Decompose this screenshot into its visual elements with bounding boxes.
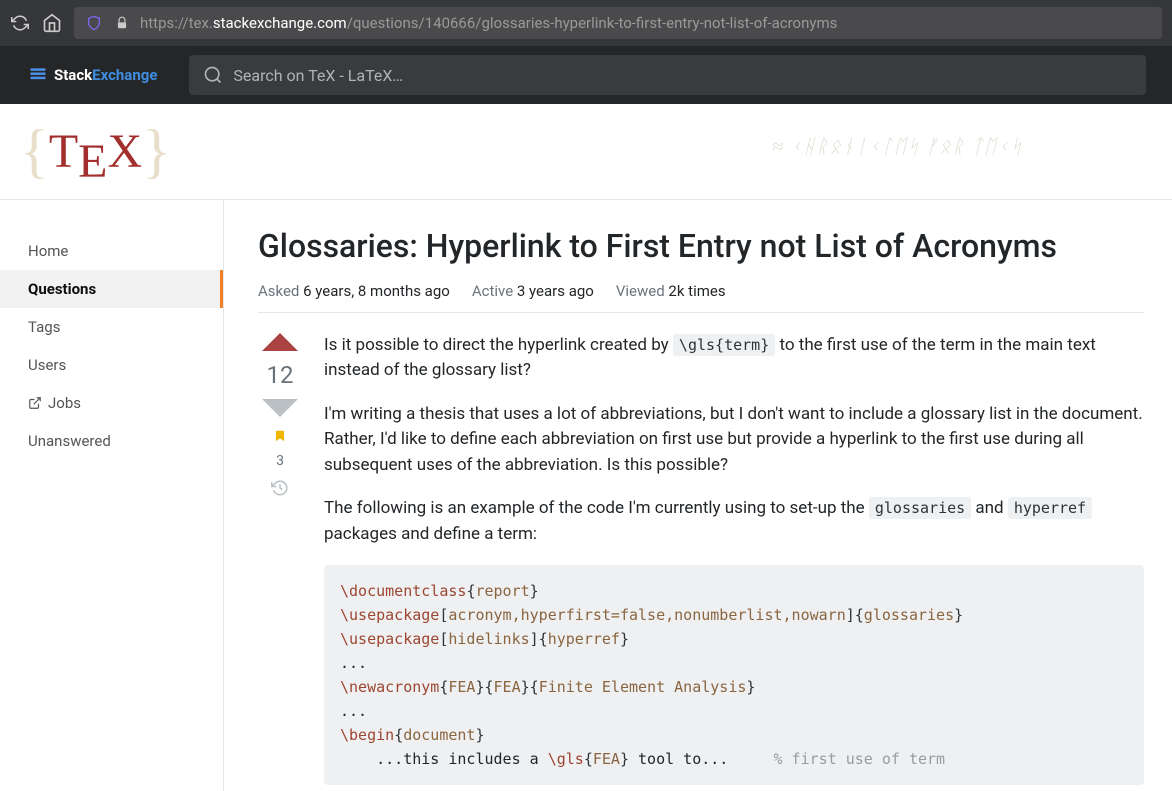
topbar: StackExchange Search on TeX - LaTeX… <box>0 46 1172 104</box>
inline-code: glossaries <box>869 497 971 519</box>
nav-jobs[interactable]: Jobs <box>0 384 223 422</box>
reload-icon[interactable] <box>10 13 30 33</box>
question-meta: Asked 6 years, 8 months ago Active 3 yea… <box>258 282 1144 313</box>
inline-code: hyperref <box>1008 497 1092 519</box>
url-bar[interactable]: https://tex.stackexchange.com/questions/… <box>74 7 1162 39</box>
banner-decoration: ≈ ᚲᚺᚱᛟᚾᛁᚲᛚᛖᛋ ᚠᛟᚱ ᛏᛖᚲᛋ <box>772 136 1172 159</box>
left-nav: Home Questions Tags Users Jobs Unanswere… <box>0 200 224 791</box>
search-input[interactable]: Search on TeX - LaTeX… <box>189 55 1146 95</box>
code-block: \documentclass{report} \usepackage[acron… <box>324 565 1144 785</box>
stackexchange-logo[interactable]: StackExchange <box>16 65 169 85</box>
nav-questions[interactable]: Questions <box>0 270 223 308</box>
post-body: Is it possible to direct the hyperlink c… <box>324 333 1144 786</box>
browser-chrome: https://tex.stackexchange.com/questions/… <box>0 0 1172 46</box>
nav-users[interactable]: Users <box>0 346 223 384</box>
search-placeholder: Search on TeX - LaTeX… <box>233 66 403 85</box>
home-icon[interactable] <box>42 13 62 33</box>
url-text: https://tex.stackexchange.com/questions/… <box>140 14 837 32</box>
search-icon <box>203 65 223 85</box>
tex-logo[interactable]: { TEX } <box>20 117 171 186</box>
question-title: Glossaries: Hyperlink to First Entry not… <box>258 226 1144 268</box>
vote-column: 12 3 <box>258 333 302 786</box>
bookmark-icon[interactable] <box>273 427 287 449</box>
external-link-icon <box>28 396 42 410</box>
history-icon[interactable] <box>271 479 289 502</box>
se-icon <box>28 65 48 85</box>
site-banner: { TEX } ≈ ᚲᚺᚱᛟᚾᛁᚲᛚᛖᛋ ᚠᛟᚱ ᛏᛖᚲᛋ <box>0 104 1172 200</box>
nav-unanswered[interactable]: Unanswered <box>0 422 223 460</box>
vote-count: 12 <box>267 361 294 389</box>
inline-code: \gls{term} <box>673 334 775 356</box>
shield-icon <box>84 13 104 33</box>
upvote-button[interactable] <box>262 333 298 351</box>
content: Glossaries: Hyperlink to First Entry not… <box>224 200 1172 791</box>
bookmark-count: 3 <box>276 453 284 469</box>
nav-tags[interactable]: Tags <box>0 308 223 346</box>
nav-home[interactable]: Home <box>0 232 223 270</box>
downvote-button[interactable] <box>262 399 298 417</box>
lock-icon <box>112 13 132 33</box>
